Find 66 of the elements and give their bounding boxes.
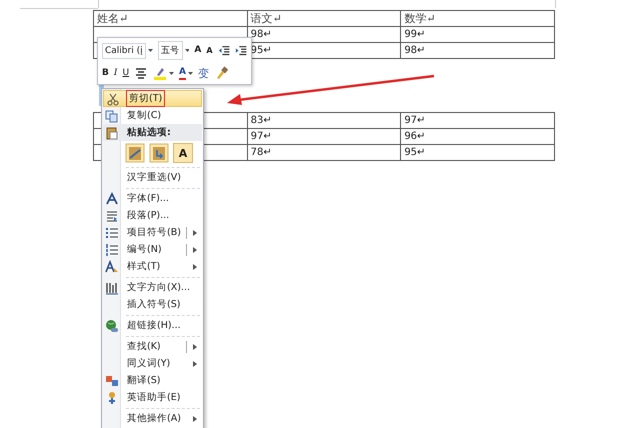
paste-text-only-button[interactable]: A (173, 143, 193, 163)
font-name-field[interactable]: Calibri (į (102, 42, 146, 58)
column-header: 语文↵ (247, 10, 401, 26)
clipboard-icon (105, 126, 119, 140)
font-icon (105, 192, 119, 206)
table-cell: 99↵ (400, 26, 554, 42)
column-header: 数学↵ (400, 10, 554, 26)
menu-item[interactable]: 复制(C) (103, 107, 202, 124)
menu-item[interactable]: 翻译(S) (103, 372, 202, 389)
globe-icon (105, 318, 119, 332)
format-painter-icon[interactable] (214, 66, 228, 80)
highlighter-icon[interactable] (153, 66, 168, 80)
styles-icon (105, 260, 119, 274)
table-cell: 83↵ (247, 112, 401, 128)
submenu-arrow-icon (193, 246, 197, 252)
caret-icon[interactable] (185, 49, 190, 52)
font-size-field[interactable]: 五号 (158, 41, 183, 60)
menu-item[interactable]: 段落(P)... (103, 207, 202, 224)
scissors-icon (106, 92, 120, 106)
translate-icon (105, 374, 119, 388)
caret-icon[interactable] (188, 72, 193, 74)
menu-item[interactable]: 剪切(T) (103, 90, 202, 107)
submenu-arrow-icon (193, 360, 197, 366)
phonetic-guide-button[interactable]: 变 (198, 68, 209, 78)
paragraph-icon (105, 208, 119, 222)
menu-item[interactable]: 同义词(Y) (103, 355, 202, 372)
menu-item[interactable]: 其他操作(A) (103, 410, 202, 427)
paste-merge-format-icon[interactable] (149, 143, 169, 163)
column-header: 姓名↵ (94, 10, 248, 26)
shrink-font-button[interactable]: A (206, 45, 213, 56)
table-cell: 97↵ (247, 128, 401, 144)
submenu-arrow-icon (193, 416, 197, 422)
menu-item[interactable]: 编号(N) (103, 241, 202, 258)
menu-item[interactable]: 超链接(H)... (103, 317, 202, 334)
italic-button[interactable]: I (114, 68, 118, 78)
underline-button[interactable]: U (122, 68, 130, 78)
align-center-icon[interactable] (134, 66, 148, 80)
grow-font-button[interactable]: A (194, 45, 202, 56)
numbered-list-icon (105, 242, 119, 256)
copy-icon (105, 108, 119, 122)
table-cell: 97↵ (400, 112, 554, 128)
text-direction-icon (105, 280, 119, 294)
menu-item[interactable]: 字体(F)... (103, 190, 202, 207)
decrease-indent-icon[interactable] (218, 44, 230, 58)
menu-item[interactable]: 英语助手(E) (103, 389, 202, 406)
menu-item[interactable]: 插入符号(S) (103, 296, 202, 313)
bold-button[interactable]: B (102, 68, 109, 78)
table-cell: 96↵ (400, 128, 554, 144)
submenu-arrow-icon (193, 264, 197, 270)
table-cell: 98↵ (400, 42, 554, 58)
table-cell: 95↵ (400, 144, 554, 160)
caret-icon[interactable] (148, 49, 153, 52)
menu-item[interactable]: 样式(T) (103, 258, 202, 275)
menu-section-header: 粘贴选项: (103, 124, 202, 141)
menu-item[interactable]: 项目符号(B) (103, 224, 202, 241)
menu-item[interactable]: 查找(K) (103, 338, 202, 355)
submenu-arrow-icon (193, 344, 197, 350)
menu-item[interactable]: 文字方向(X)... (103, 279, 202, 296)
table-cell: 78↵ (247, 144, 401, 160)
menu-item[interactable]: 汉字重选(V) (103, 169, 202, 186)
caret-icon[interactable] (169, 72, 174, 74)
increase-indent-icon[interactable] (234, 44, 247, 58)
paste-keep-format-icon[interactable] (125, 143, 145, 163)
bullet-list-icon (105, 226, 119, 240)
submenu-arrow-icon (193, 230, 197, 236)
font-color-button[interactable]: A (179, 66, 186, 80)
